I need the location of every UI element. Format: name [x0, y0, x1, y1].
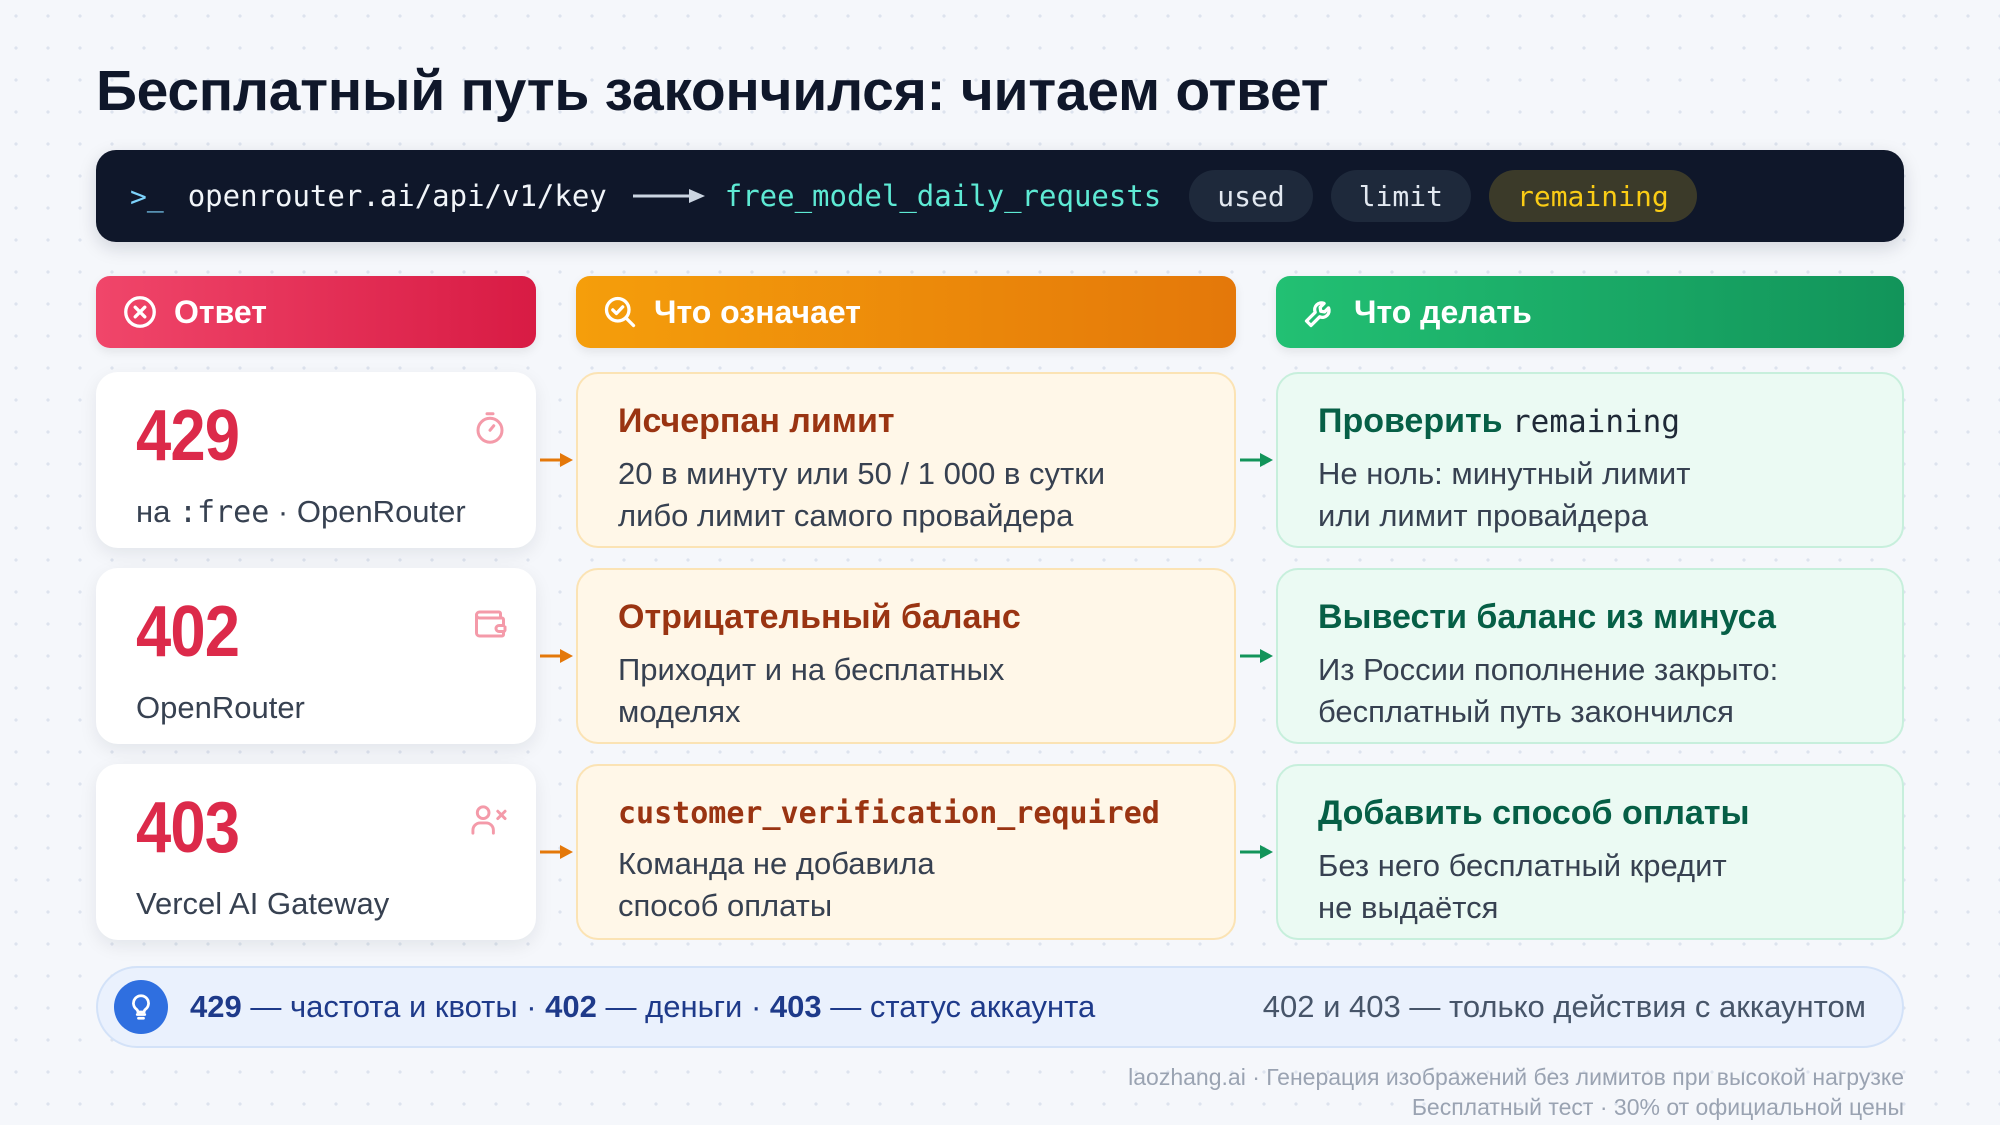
meaning-card-403: customer_verification_required Команда н…: [576, 764, 1236, 940]
code-card-429: 429 на :free · OpenRouter: [96, 372, 536, 548]
field-name: free_model_daily_requests: [724, 179, 1162, 213]
code-source-suffix: · OpenRouter: [269, 494, 466, 529]
wrench-icon: [1304, 301, 1331, 328]
meaning-line: либо лимит самого провайдера: [618, 498, 1074, 533]
action-title-mono: remaining: [1512, 404, 1680, 440]
status-code: 403: [136, 788, 240, 868]
meaning-title: customer_verification_required: [618, 796, 1160, 831]
summary-code: 403: [769, 989, 822, 1024]
action-line: не выдаётся: [1318, 890, 1499, 925]
summary-text: — статус аккаунта: [821, 989, 1096, 1024]
action-line: Не ноль: минутный лимит: [1318, 456, 1691, 491]
meaning-title: Исчерпан лимит: [618, 402, 895, 440]
endpoint-url: openrouter.ai/api/v1/key: [187, 179, 607, 213]
summary-text: — частота и квоты ·: [241, 989, 546, 1024]
meaning-line: Приходит и на бесплатных: [618, 652, 1005, 687]
footer-line: Бесплатный тест · 30% от официальной цен…: [1411, 1094, 1904, 1120]
meaning-text: 20 в минуту или 50 / 1 000 в сутки либо л…: [618, 453, 1234, 537]
summary-legend: 429 — частота и квоты · 402 — деньги · 4…: [190, 989, 1095, 1025]
action-line: Без него бесплатный кредит: [1318, 848, 1727, 883]
status-code: 402: [136, 592, 240, 672]
arrow-right-icon: [540, 453, 573, 467]
header-action: Что делать: [1276, 276, 1904, 348]
meaning-card-429: Исчерпан лимит 20 в минуту или 50 / 1 00…: [576, 372, 1236, 548]
page-title: Бесплатный путь закончился: читаем ответ: [96, 59, 1329, 123]
action-line: или лимит провайдера: [1318, 498, 1648, 533]
endpoint-bar: >_ openrouter.ai/api/v1/key free_model_d…: [96, 150, 1904, 242]
meaning-text: Команда не добавила способ оплаты: [618, 843, 1234, 927]
meaning-line: Команда не добавила: [618, 846, 935, 881]
summary-code: 429: [190, 989, 242, 1024]
action-title-text: Проверить: [1318, 402, 1513, 440]
header-response: Ответ: [96, 276, 536, 348]
chip-remaining: remaining: [1488, 170, 1697, 222]
meaning-title: Отрицательный баланс: [618, 598, 1021, 636]
status-code: 429: [136, 396, 240, 476]
user-x-icon: [471, 805, 507, 835]
action-title: Добавить способ оплаты: [1318, 794, 1750, 832]
code-source: Vercel AI Gateway: [136, 886, 390, 921]
action-text: Из России пополнение закрыто: бесплатный …: [1318, 649, 1902, 733]
summary-code: 402: [545, 989, 597, 1024]
action-card-402: Вывести баланс из минуса Из России попол…: [1276, 568, 1904, 744]
summary-text: — деньги ·: [596, 989, 770, 1024]
chip-limit: limit: [1330, 170, 1471, 222]
code-card-403: 403 Vercel AI Gateway: [96, 764, 536, 940]
action-text: Без него бесплатный кредит не выдаётся: [1318, 845, 1902, 929]
action-line: бесплатный путь закончился: [1318, 694, 1734, 729]
arrow-right-icon: [1240, 845, 1273, 859]
meaning-line: способ оплаты: [618, 888, 833, 923]
arrow-right-icon: [540, 845, 573, 859]
wallet-icon: [475, 610, 507, 638]
meaning-line: 20 в минуту или 50 / 1 000 в сутки: [618, 456, 1106, 491]
x-circle-icon: [124, 296, 156, 328]
action-title: Проверить remaining: [1318, 402, 1902, 441]
footer: laozhang.ai · Генерация изображений без …: [1128, 1062, 1904, 1122]
timer-icon: [476, 412, 504, 444]
code-source-mono: :free: [178, 495, 270, 530]
chip-used: used: [1189, 170, 1313, 222]
code-card-402: 402 OpenRouter: [96, 568, 536, 744]
meaning-line: моделях: [618, 694, 741, 729]
action-card-403: Добавить способ оплаты Без него бесплатн…: [1276, 764, 1904, 940]
arrow-right-icon: [632, 186, 707, 206]
action-line: Из России пополнение закрыто:: [1318, 652, 1779, 687]
code-source-prefix: на: [136, 494, 179, 529]
summary-bar: 429 — частота и квоты · 402 — деньги · 4…: [96, 966, 1904, 1048]
code-source: на :free · OpenRouter: [136, 494, 536, 530]
search-check-icon: [604, 296, 636, 328]
arrow-right-icon: [540, 649, 573, 663]
arrow-right-icon: [1240, 453, 1273, 467]
header-action-label: Что делать: [1354, 293, 1532, 330]
code-source: OpenRouter: [136, 690, 305, 725]
header-response-label: Ответ: [174, 293, 267, 330]
meaning-text: Приходит и на бесплатных моделях: [618, 649, 1234, 733]
header-meaning: Что означает: [576, 276, 1236, 348]
action-card-429: Проверить remaining Не ноль: минутный ли…: [1276, 372, 1904, 548]
footer-line: laozhang.ai · Генерация изображений без …: [1128, 1064, 1904, 1090]
header-meaning-label: Что означает: [654, 293, 861, 330]
action-text: Не ноль: минутный лимит или лимит провайд…: [1318, 453, 1902, 537]
action-title: Вывести баланс из минуса: [1318, 598, 1776, 636]
terminal-icon: >_: [130, 179, 164, 213]
arrow-right-icon: [1240, 649, 1273, 663]
meaning-card-402: Отрицательный баланс Приходит и на беспл…: [576, 568, 1236, 744]
summary-note: 402 и 403 — только действия с аккаунтом: [1262, 989, 1866, 1024]
lightbulb-icon: [114, 980, 168, 1034]
